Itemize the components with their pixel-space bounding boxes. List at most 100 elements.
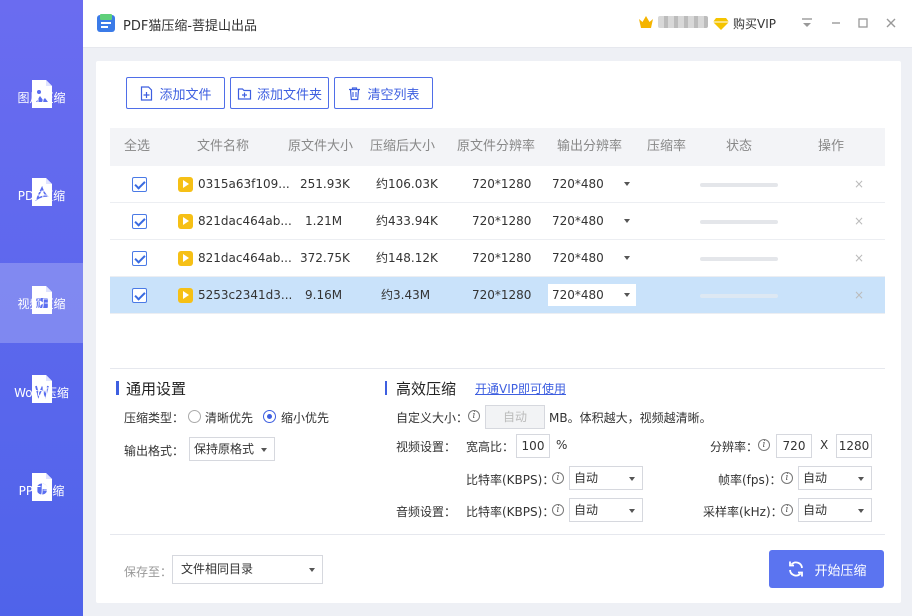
custom-size-input[interactable]: 自动 [485, 405, 545, 429]
output-format-select[interactable]: 保持原格式 [189, 437, 275, 461]
advanced-settings-title: 高效压缩 [396, 380, 457, 398]
sidebar-item-label: Word压缩 [14, 385, 69, 400]
table-row[interactable]: 0315a63f109... 251.93K 约106.03K 720*1280… [110, 166, 885, 203]
info-icon[interactable]: i [552, 504, 564, 516]
caret-down-icon [624, 182, 630, 186]
title-bar: PDF猫压缩-菩提山出品 购买VIP [83, 0, 912, 48]
app-title: PDF猫压缩-菩提山出品 [123, 19, 258, 34]
info-icon[interactable]: i [468, 410, 480, 422]
custom-size-label: 自定义大小： [396, 411, 469, 425]
output-format-label: 输出格式： [124, 444, 185, 458]
table-row[interactable]: 821dac464ab... 372.75K 约148.12K 720*1280… [110, 240, 885, 277]
info-icon[interactable]: i [781, 504, 793, 516]
new-size: 约106.03K [376, 177, 438, 191]
file-name: 821dac464ab... [198, 251, 292, 265]
sidebar: 图片压缩 PDF压缩 视频压缩 Word压缩 PPT压缩 [0, 0, 83, 616]
info-icon[interactable]: i [781, 472, 793, 484]
buy-vip-button[interactable]: 购买VIP [713, 15, 776, 32]
custom-size-hint: MB。体积越大，视频越清晰。 [549, 411, 712, 425]
video-file-icon [178, 288, 193, 303]
delete-icon[interactable]: × [854, 166, 864, 203]
table-row-selected[interactable]: 5253c2341d3... 9.16M 约3.43M 720*1280 720… [110, 277, 885, 314]
row-checkbox[interactable] [132, 288, 147, 303]
crown-icon [639, 16, 653, 28]
video-file-icon [178, 251, 193, 266]
output-resolution-dropdown[interactable]: 720*480 [548, 210, 636, 232]
radio-size-label: 缩小优先 [281, 411, 330, 425]
sample-rate-value: 自动 [803, 503, 828, 517]
minimize-icon [832, 22, 840, 24]
open-vip-link[interactable]: 开通VIP即可使用 [475, 380, 566, 397]
audio-bitrate-select[interactable]: 自动 [569, 498, 643, 522]
info-icon[interactable]: i [552, 472, 564, 484]
add-folder-icon [237, 87, 252, 100]
caret-down-icon [629, 477, 635, 481]
video-bitrate-label: 比特率(KBPS)： [466, 473, 555, 487]
fps-select[interactable]: 自动 [798, 466, 872, 490]
output-resolution-dropdown[interactable]: 720*480 [548, 173, 636, 195]
col-out-res: 输出分辨率 [557, 139, 623, 154]
progress-bar [700, 257, 778, 261]
maximize-button[interactable] [854, 14, 872, 32]
buy-vip-label: 购买VIP [733, 17, 776, 31]
sidebar-item-image[interactable]: 图片压缩 [0, 57, 83, 137]
menu-button[interactable] [798, 14, 816, 32]
compress-type-label: 压缩类型： [124, 411, 185, 425]
delete-icon[interactable]: × [854, 277, 864, 314]
output-resolution-value: 720*480 [552, 251, 604, 265]
row-checkbox[interactable] [132, 214, 147, 229]
row-checkbox[interactable] [132, 177, 147, 192]
sidebar-item-word[interactable]: Word压缩 [0, 352, 83, 432]
orig-size: 251.93K [300, 177, 350, 191]
sample-rate-label: 采样率(kHz)： [703, 505, 783, 519]
delete-icon[interactable]: × [854, 240, 864, 277]
caret-down-icon [261, 448, 267, 452]
clear-list-label: 清空列表 [367, 87, 420, 103]
output-resolution-dropdown[interactable]: 720*480 [548, 247, 636, 269]
add-file-label: 添加文件 [159, 87, 212, 103]
close-button[interactable] [882, 14, 900, 32]
col-orig-res: 原文件分辨率 [457, 139, 536, 154]
sample-rate-select[interactable]: 自动 [798, 498, 872, 522]
row-checkbox[interactable] [132, 251, 147, 266]
radio-size-first[interactable] [263, 410, 276, 423]
video-file-icon [178, 214, 193, 229]
audio-bitrate-label: 比特率(KBPS)： [466, 505, 555, 519]
delete-icon[interactable]: × [854, 203, 864, 240]
orig-res: 720*1280 [472, 177, 532, 191]
add-folder-button[interactable]: 添加文件夹 [230, 77, 329, 109]
orig-res: 720*1280 [472, 288, 532, 302]
resolution-height-input[interactable]: 1280 [836, 434, 872, 458]
sidebar-item-pdf[interactable]: PDF压缩 [0, 155, 83, 235]
resolution-width-input[interactable]: 720 [776, 434, 812, 458]
output-resolution-value: 720*480 [552, 214, 604, 228]
file-table-header: 全选 文件名称 原文件大小 压缩后大小 原文件分辨率 输出分辨率 压缩率 状态 … [110, 128, 885, 166]
section-divider [110, 368, 885, 369]
start-compress-button[interactable]: 开始压缩 [769, 550, 884, 588]
output-resolution-value: 720*480 [552, 177, 604, 191]
info-icon[interactable]: i [758, 439, 770, 451]
radio-clarity-first[interactable] [188, 410, 201, 423]
aspect-ratio-input[interactable]: 100 [516, 434, 550, 458]
sidebar-item-video[interactable]: 视频压缩 [0, 263, 83, 343]
caret-down-icon [858, 477, 864, 481]
close-icon [886, 18, 896, 28]
video-file-icon [178, 177, 193, 192]
col-ratio: 压缩率 [647, 139, 687, 154]
clear-list-button[interactable]: 清空列表 [334, 77, 433, 109]
col-actions: 操作 [818, 139, 845, 154]
minimize-button[interactable] [827, 14, 845, 32]
save-location-select[interactable]: 文件相同目录 [172, 555, 323, 584]
user-account[interactable] [638, 15, 708, 29]
output-resolution-dropdown[interactable]: 720*480 [548, 284, 636, 306]
add-file-icon [141, 85, 153, 101]
general-settings-title: 通用设置 [126, 380, 187, 398]
sidebar-item-ppt[interactable]: PPT压缩 [0, 450, 83, 530]
add-file-button[interactable]: 添加文件 [126, 77, 225, 109]
file-name: 0315a63f109... [198, 177, 290, 191]
video-bitrate-select[interactable]: 自动 [569, 466, 643, 490]
section-marker [116, 381, 119, 395]
table-row[interactable]: 821dac464ab... 1.21M 约433.94K 720*1280 7… [110, 203, 885, 240]
orig-size: 9.16M [305, 288, 343, 302]
select-all-header[interactable]: 全选 [124, 128, 150, 166]
